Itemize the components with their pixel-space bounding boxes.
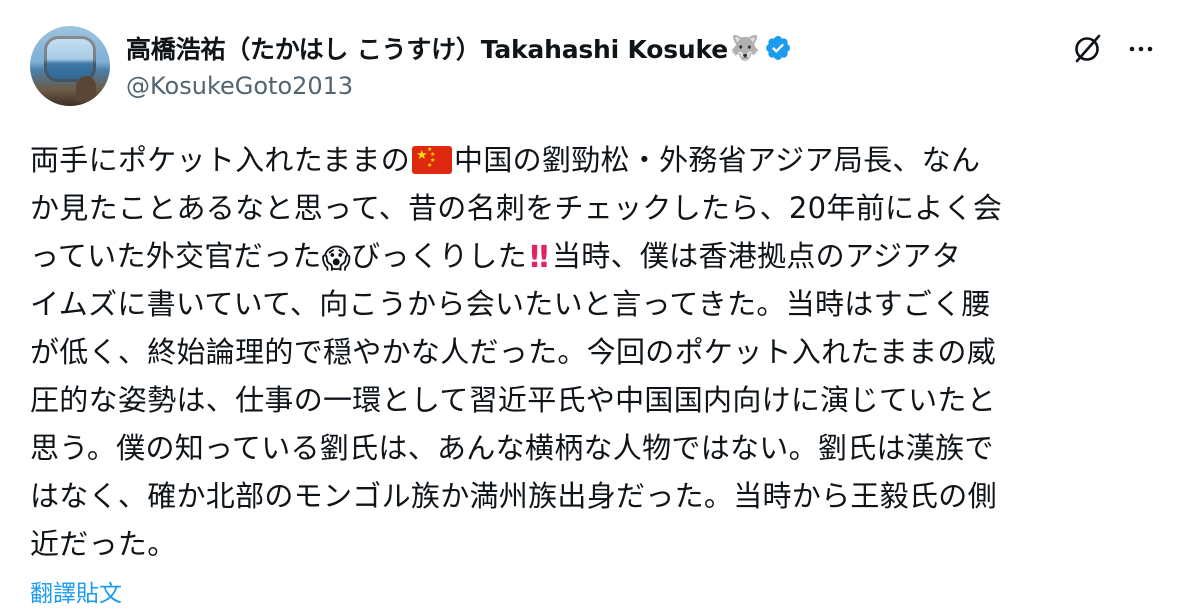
post-text-segment: っていた外交官だった [30, 239, 322, 273]
post-text-segment: 当時、僕は香港拠点のアジアタ [551, 239, 962, 273]
post-line: イムズに書いていて、向こうから会いたいと言ってきた。当時はすごく腰 [30, 287, 991, 321]
post-text-segment: 両手にポケット入れたままの [30, 143, 411, 177]
china-flag-icon: ★ ★ ★ ★ ★ [412, 146, 453, 174]
scream-emoji-icon: 😱 [321, 242, 352, 275]
wolf-emoji: 🐺 [730, 34, 760, 62]
avatar[interactable] [30, 26, 110, 106]
post-line: 圧的な姿勢は、仕事の一環として習近平氏や中国国内向けに演じていたと [30, 383, 997, 417]
avatar-person-image [76, 76, 96, 102]
post-line: 近だった。 [30, 527, 177, 561]
author-info: 高橋浩祐（たかはし こうすけ）Takahashi Kosuke 🐺 @Kosuk… [126, 30, 792, 100]
author-handle[interactable]: @KosukeGoto2013 [126, 72, 792, 100]
double-exclamation-icon: ‼ [529, 240, 549, 275]
post-line: が低く、終始論理的で穏やかな人だった。今回のポケット入れたままの威 [30, 335, 997, 369]
post-card: 高橋浩祐（たかはし こうすけ）Takahashi Kosuke 🐺 @Kosuk… [0, 0, 1184, 616]
post-line: 両手にポケット入れたままの ★ ★ ★ ★ ★ 中国の劉勁松・外務省アジア局長、なん [30, 136, 1160, 184]
post-line: っていた外交官だった😱びっくりした ‼ 当時、僕は香港拠点のアジアタ [30, 232, 1160, 280]
post-line: か見たことあるなと思って、昔の名刺をチェックしたら、20年前によく会 [30, 191, 1003, 225]
avatar-window-image [44, 36, 96, 82]
post-line: はなく、確か北部のモンゴル族か満州族出身だった。当時から王毅氏の側 [30, 479, 997, 513]
post-text: 両手にポケット入れたままの ★ ★ ★ ★ ★ 中国の劉勁松・外務省アジア局長、なん か見た… [30, 136, 1160, 568]
verified-badge-icon [765, 36, 790, 60]
post-text-segment: 中国の劉勁松・外務省アジア局長、なん [454, 143, 981, 177]
post-text-segment: びっくりした [351, 239, 527, 273]
display-name-row: 高橋浩祐（たかはし こうすけ）Takahashi Kosuke 🐺 [126, 30, 792, 66]
translate-post-link[interactable]: 翻譯貼文 [30, 574, 122, 608]
display-name[interactable]: 高橋浩祐（たかはし こうすけ）Takahashi Kosuke [126, 30, 728, 66]
more-options-icon[interactable] [1126, 34, 1156, 64]
grok-icon[interactable] [1070, 30, 1106, 66]
post-line: 思う。僕の知っている劉氏は、あんな横柄な人物ではない。劉氏は漢族で [30, 431, 994, 465]
